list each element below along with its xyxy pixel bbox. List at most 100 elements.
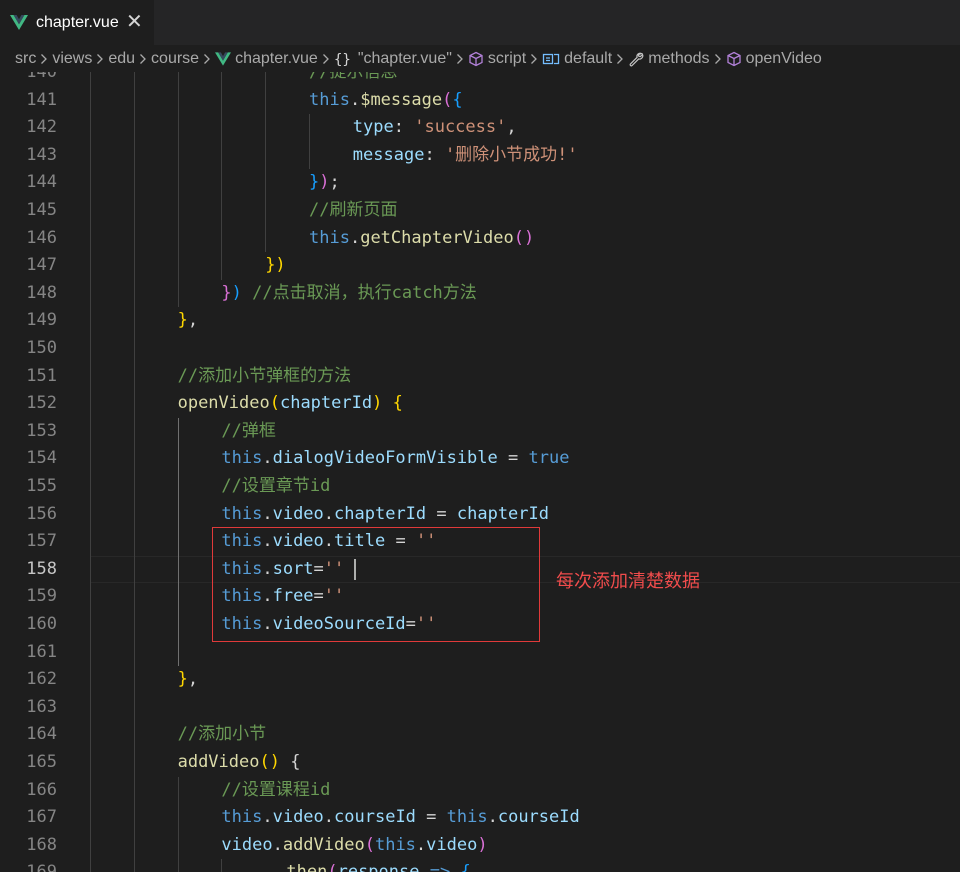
code-token: chapterId [279,393,373,414]
code-token: ) [231,282,242,303]
wrench-icon [628,51,644,67]
braces-icon: {} [334,51,354,67]
code-line-144[interactable]: 144}); [0,169,960,197]
code-token: { [290,752,301,772]
code-line-166[interactable]: 166 //设置课程id [0,777,960,805]
breadcrumb-item-6[interactable]: script [468,50,526,68]
code-editor[interactable]: 140//提示信息 141 this.$message({142 type: 'suc… [0,72,960,872]
code-token: //设置课程id [221,779,331,800]
code-token: addVideo [282,834,365,855]
code-text: //添加小节弹框的方法 [178,363,351,391]
code-line-149[interactable]: 149}, [0,307,960,335]
code-line-164[interactable]: 164 //添加小节 [0,721,960,749]
code-line-154[interactable]: 154 this.dialogVideoFormVisible = true [0,445,960,473]
line-number: 155 [26,476,57,496]
breadcrumb-item-2[interactable]: edu [108,50,135,68]
code-token: addVideo [177,752,260,772]
editor-tab-bar: chapter.vue ✕ [0,0,960,45]
line-number: 148 [26,282,57,303]
code-line-145[interactable]: 145 //刷新页面 [0,197,960,225]
code-token: ; [329,172,340,193]
line-number: 150 [26,338,57,358]
line-number: 154 [26,448,57,469]
code-line-146[interactable]: 146 this.getChapterVideo() [0,225,960,253]
code-line-150[interactable]: 150 [0,335,960,363]
code-line-147[interactable]: 147}) [0,252,960,280]
code-text: message: '删除小节成功!' [353,142,578,170]
code-line-142[interactable]: 142 type: 'success', [0,114,960,142]
code-line-152[interactable]: 152 openVideo(chapterId) { [0,390,960,418]
line-number: 142 [26,117,57,138]
cube-icon [468,51,484,67]
code-text: video.addVideo(this.video) [221,832,487,860]
breadcrumb-label: chapter.vue [235,49,318,67]
breadcrumb-item-4[interactable]: chapter.vue [215,50,318,68]
code-token: { [460,862,470,872]
code-token: '删除小节成功!' [444,144,578,165]
breadcrumb-item-0[interactable]: src [15,50,36,68]
breadcrumb-label: src [15,49,37,67]
code-token: () [513,227,535,248]
code-token: { [452,89,463,110]
code-token: chapterId [334,503,427,524]
code-line-169[interactable]: 169.then(response => { [0,859,960,872]
code-text: this.$message({ [309,87,463,115]
code-token: . [487,807,498,828]
breadcrumb-label: openVideo [745,49,822,67]
code-line-141[interactable]: 141 this.$message({ [0,87,960,115]
code-line-165[interactable]: 165 addVideo() { [0,749,960,777]
line-number: 159 [26,586,57,607]
line-number: 146 [26,227,57,248]
tab-chapter-vue[interactable]: chapter.vue ✕ [0,0,154,45]
annotation-text: 每次添加清楚数据 [556,571,700,593]
breadcrumb-item-1[interactable]: views [52,50,92,68]
code-line-156[interactable]: 156 this.video.chapterId = chapterId [0,501,960,529]
code-line-162[interactable]: 162}, [0,666,960,694]
code-token: = [415,807,447,828]
line-number: 169 [0,859,57,872]
code-token: = [426,503,457,524]
code-token: : [393,117,415,138]
breadcrumb-item-3[interactable]: course [151,50,199,68]
code-line-148[interactable]: 148 }) //点击取消，执行catch方法 [0,280,960,308]
code-token: , [187,310,199,331]
code-token: } [177,310,188,331]
breadcrumb-label: course [151,49,200,67]
code-line-161[interactable]: 161 [0,639,960,667]
code-text: }, [178,307,199,335]
code-token: } [177,669,188,690]
line-number: 144 [26,172,57,193]
code-line-151[interactable]: 151 //添加小节弹框的方法 [0,363,960,391]
code-line-143[interactable]: 143 message: '删除小节成功!' [0,142,960,170]
line-number: 162 [26,669,57,690]
code-line-167[interactable]: 167 this.video.courseId = this.courseId [0,804,960,832]
code-token: video [426,834,478,855]
code-text: }) [265,252,285,280]
code-line-168[interactable]: 168 video.addVideo(this.video) [0,832,960,860]
code-token: } [309,172,320,193]
code-token: courseId [334,807,416,828]
code-token: this [221,448,263,469]
close-icon[interactable]: ✕ [126,9,143,33]
line-number: 153 [26,420,57,441]
chevron-right-icon [203,53,211,65]
breadcrumb-item-8[interactable]: methods [628,50,710,68]
code-token: response [338,862,420,872]
breadcrumb-item-9[interactable]: openVideo [726,50,822,68]
code-line-153[interactable]: 153 //弹框 [0,418,960,446]
breadcrumb-item-7[interactable]: default [542,50,612,68]
code-token: . [349,227,361,248]
code-text: //设置课程id [221,777,330,805]
code-token: dialogVideoFormVisible [272,448,498,469]
code-text: //提示信息 [309,72,397,87]
code-line-140[interactable]: 140 //提示信息 [0,72,960,87]
code-token: this [221,807,263,828]
code-token: courseId [497,807,580,828]
line-number: 160 [26,614,57,634]
chevron-right-icon [616,53,624,65]
code-line-155[interactable]: 155 //设置章节id [0,473,960,501]
code-text: }); [309,169,340,197]
code-line-163[interactable]: 163 [0,694,960,722]
breadcrumb-item-5[interactable]: {} "chapter.vue" [334,50,452,68]
code-text: }) //点击取消，执行catch方法 [221,280,476,308]
